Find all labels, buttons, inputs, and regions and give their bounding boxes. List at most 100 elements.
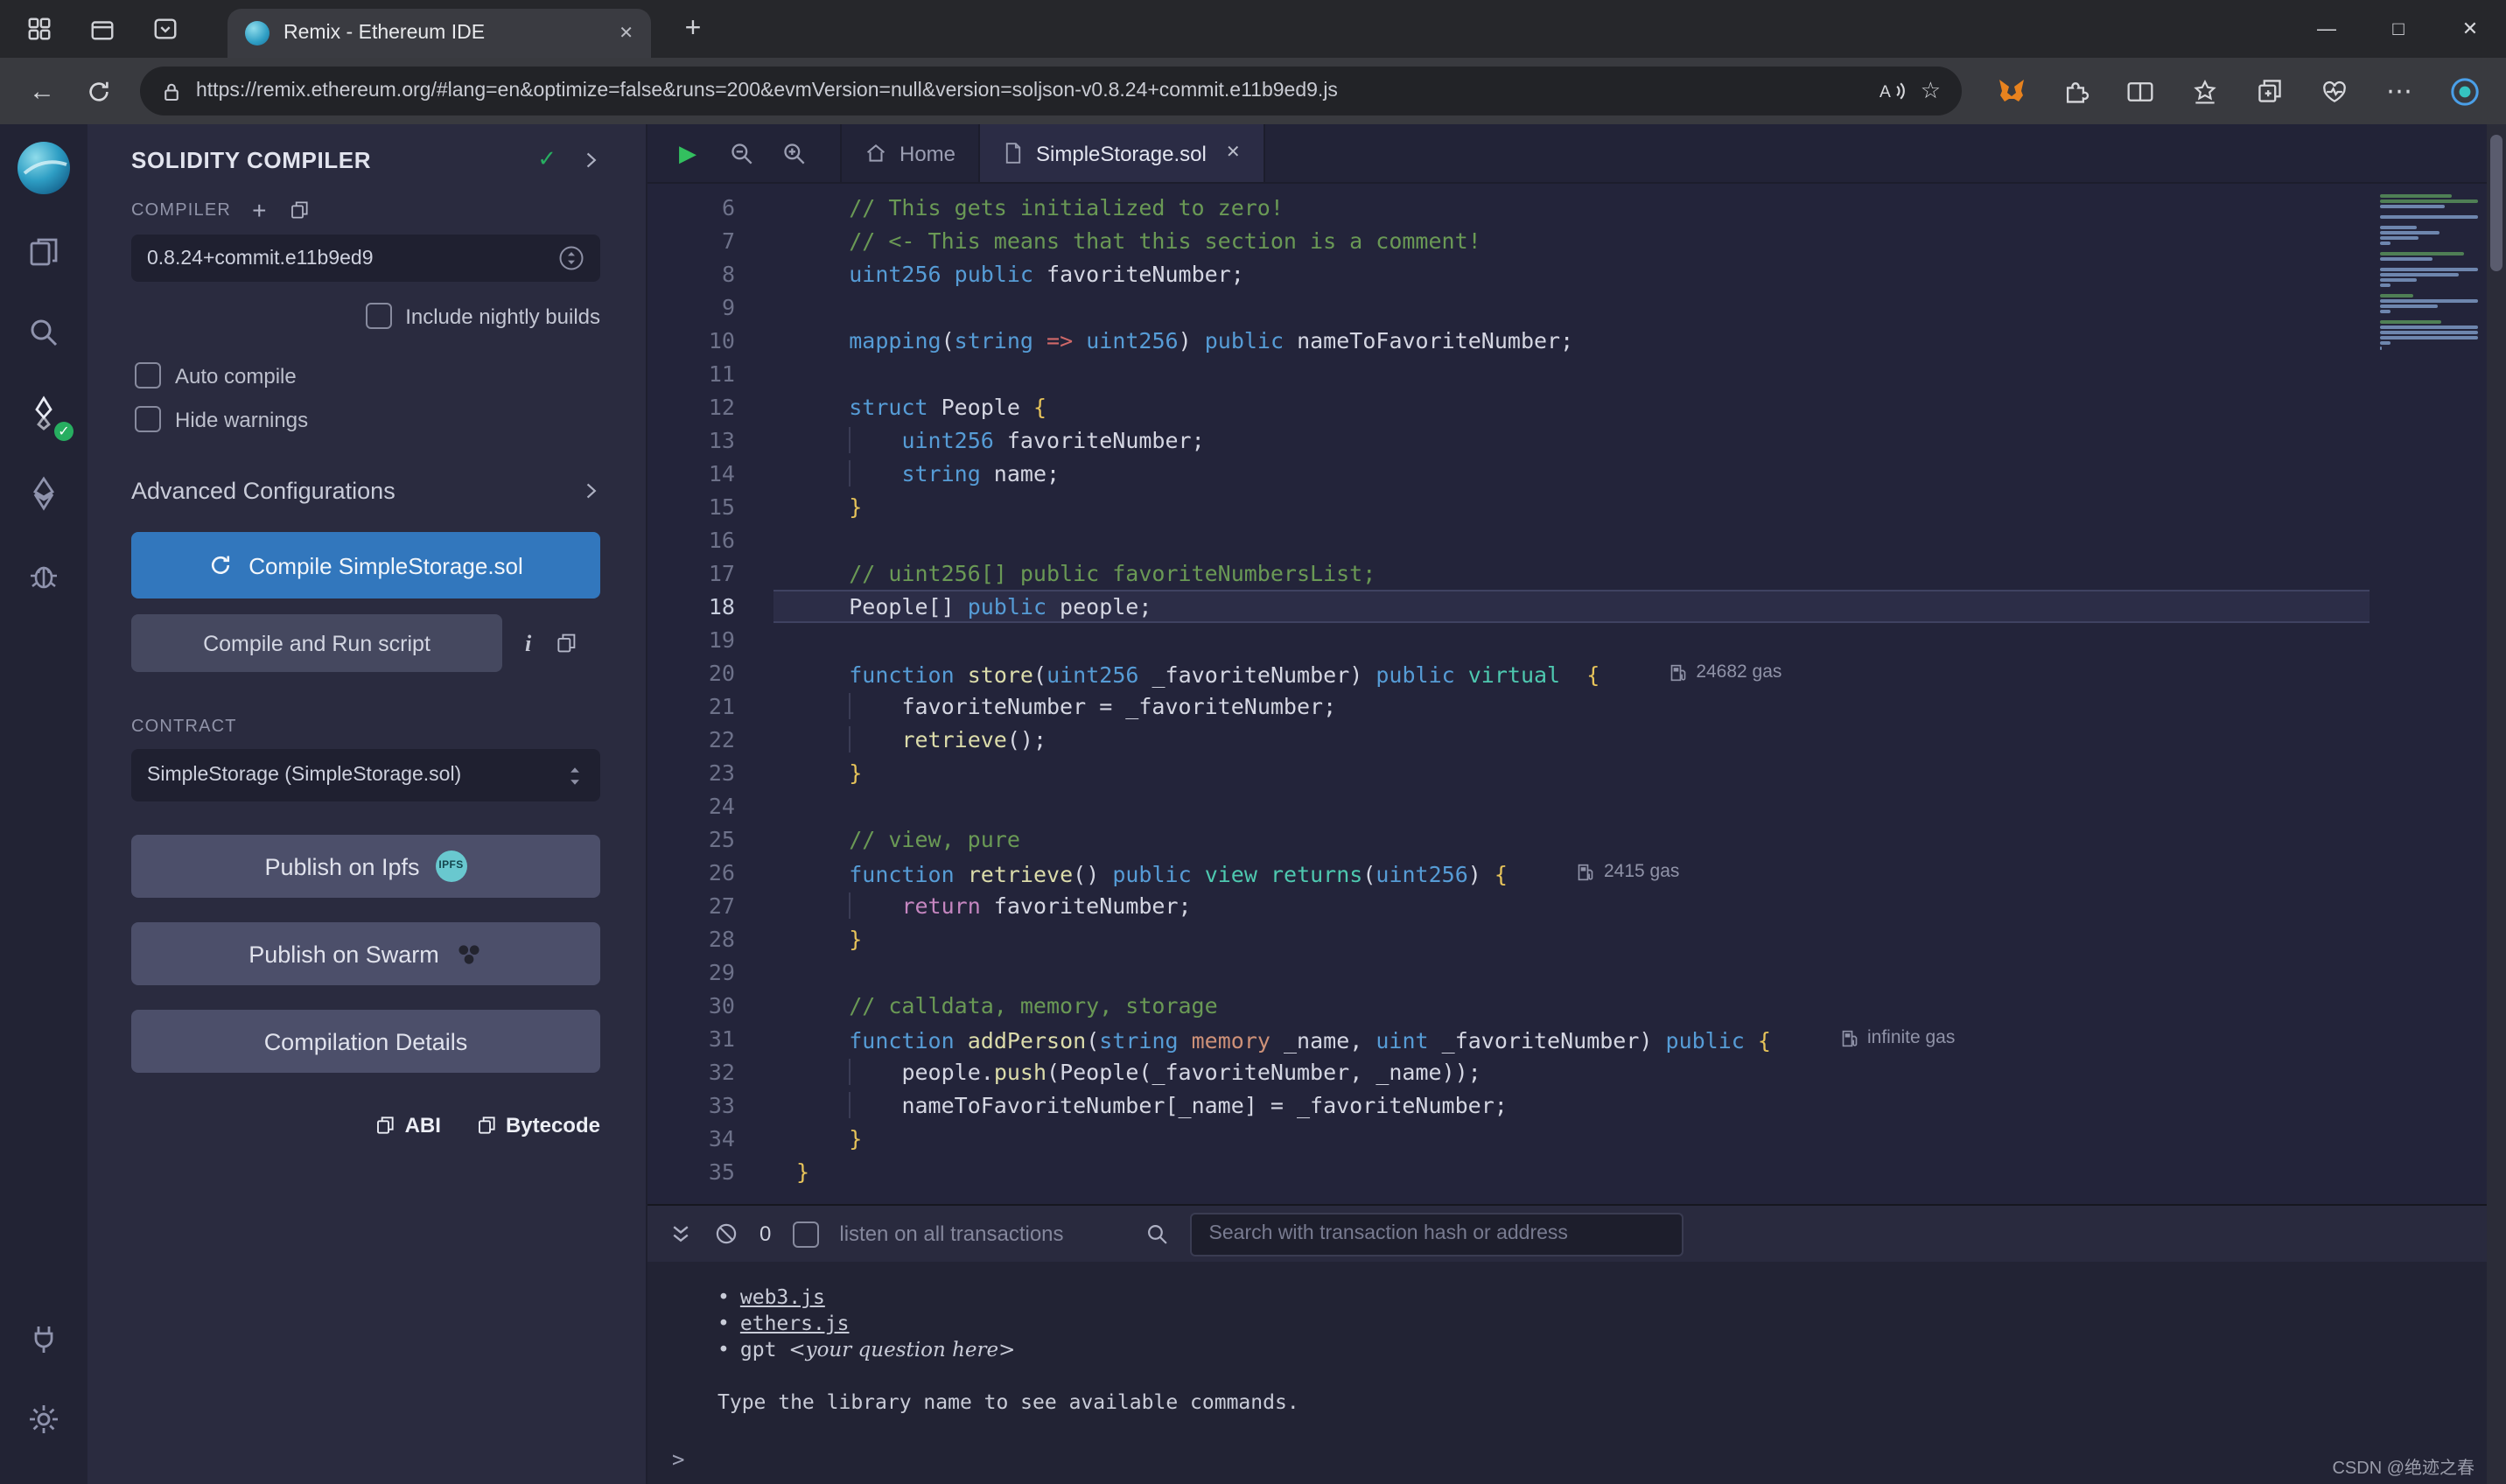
- page-scrollbar[interactable]: [2487, 124, 2506, 1484]
- close-button[interactable]: ✕: [2434, 0, 2506, 58]
- code-line[interactable]: // uint256[] public favoriteNumbersList;: [774, 556, 2370, 590]
- code-line[interactable]: mapping(string => uint256) public nameTo…: [774, 324, 2370, 357]
- plugin-manager-icon[interactable]: [12, 1306, 75, 1372]
- terminal-prompt[interactable]: >: [672, 1447, 684, 1472]
- solidity-compiler-icon[interactable]: ✓: [12, 380, 75, 446]
- compile-and-run-button[interactable]: Compile and Run script: [131, 614, 502, 672]
- tab-actions-icon[interactable]: [14, 8, 63, 50]
- ethers-link[interactable]: ethers.js: [740, 1311, 850, 1335]
- copy-bytecode-button[interactable]: Bytecode: [476, 1113, 600, 1138]
- advanced-configurations[interactable]: Advanced Configurations: [131, 478, 600, 504]
- code-line[interactable]: return favoriteNumber;: [774, 889, 2370, 922]
- collapse-terminal-icon[interactable]: [668, 1222, 693, 1246]
- code-line[interactable]: [774, 956, 2370, 989]
- code-line[interactable]: [774, 623, 2370, 656]
- workspaces-icon[interactable]: [77, 8, 126, 50]
- code-line[interactable]: }: [774, 1155, 2370, 1188]
- zoom-in-icon[interactable]: [766, 124, 819, 182]
- code-editor[interactable]: 6789101112131415161718192021222324252627…: [648, 184, 2506, 1204]
- maximize-button[interactable]: □: [2362, 0, 2434, 58]
- remix-logo[interactable]: [14, 138, 74, 198]
- minimize-button[interactable]: —: [2291, 0, 2362, 58]
- code-line[interactable]: people.push(People(_favoriteNumber, _nam…: [774, 1055, 2370, 1088]
- terminal-lib-item[interactable]: •ethers.js: [718, 1311, 2506, 1335]
- tab-file-close-icon[interactable]: ✕: [1226, 144, 1241, 163]
- browser-essentials-icon[interactable]: [2310, 66, 2359, 116]
- code-line[interactable]: }: [774, 922, 2370, 956]
- url-text[interactable]: https://remix.ethereum.org/#lang=en&opti…: [196, 80, 1865, 102]
- code-line[interactable]: favoriteNumber = _favoriteNumber;: [774, 690, 2370, 723]
- add-compiler-icon[interactable]: +: [252, 196, 268, 224]
- contract-select[interactable]: SimpleStorage (SimpleStorage.sol): [131, 749, 600, 802]
- refresh-icon[interactable]: [74, 66, 122, 116]
- code-line[interactable]: People[] public people;: [774, 590, 2370, 623]
- code-line[interactable]: uint256 public favoriteNumber;: [774, 257, 2370, 290]
- code-line[interactable]: [774, 523, 2370, 556]
- code-line[interactable]: // <- This means that this section is a …: [774, 224, 2370, 257]
- info-icon[interactable]: i: [525, 629, 531, 657]
- favorites-bar-icon[interactable]: [2180, 66, 2230, 116]
- terminal-lib-item[interactable]: •web3.js: [718, 1284, 2506, 1309]
- run-script-play-icon[interactable]: ▶: [662, 124, 714, 182]
- search-icon[interactable]: [12, 299, 75, 366]
- code-line[interactable]: function retrieve() public view returns(…: [774, 856, 2370, 889]
- code-line[interactable]: // view, pure: [774, 822, 2370, 856]
- favorite-star-icon[interactable]: ☆: [1921, 77, 1941, 105]
- code-line[interactable]: // calldata, memory, storage: [774, 989, 2370, 1022]
- compilation-details-button[interactable]: Compilation Details: [131, 1010, 600, 1073]
- back-icon[interactable]: ←: [18, 66, 66, 116]
- copilot-sidebar-icon[interactable]: [2440, 66, 2488, 116]
- copy-script-icon[interactable]: [554, 632, 577, 654]
- panel-chevron-right-icon[interactable]: [581, 150, 600, 169]
- code-line[interactable]: uint256 favoriteNumber;: [774, 424, 2370, 457]
- new-tab-button[interactable]: +: [672, 13, 714, 45]
- code-line[interactable]: [774, 357, 2370, 390]
- split-screen-icon[interactable]: [2116, 66, 2165, 116]
- tab-search-icon[interactable]: [140, 8, 189, 50]
- read-aloud-icon[interactable]: A: [1879, 79, 1907, 103]
- compile-button[interactable]: Compile SimpleStorage.sol: [131, 532, 600, 598]
- code-line[interactable]: function store(uint256 _favoriteNumber) …: [774, 656, 2370, 690]
- transaction-search-input[interactable]: [1190, 1212, 1684, 1256]
- metamask-icon[interactable]: [1986, 66, 2035, 116]
- clear-console-icon[interactable]: [714, 1222, 738, 1246]
- web3-link[interactable]: web3.js: [740, 1284, 825, 1309]
- zoom-out-icon[interactable]: [714, 124, 766, 182]
- code-line[interactable]: [774, 789, 2370, 822]
- terminal-output[interactable]: •web3.js •ethers.js •gpt <your question …: [648, 1262, 2506, 1484]
- debugger-icon[interactable]: [12, 541, 75, 607]
- extensions-puzzle-icon[interactable]: [2051, 66, 2100, 116]
- hide-warnings-checkbox[interactable]: [135, 406, 161, 432]
- auto-compile-checkbox[interactable]: [135, 362, 161, 388]
- code-lines[interactable]: // This gets initialized to zero! // <- …: [774, 191, 2370, 1204]
- load-compiler-icon[interactable]: [289, 200, 310, 220]
- code-line[interactable]: function addPerson(string memory _name, …: [774, 1022, 2370, 1055]
- file-explorer-icon[interactable]: [12, 219, 75, 285]
- settings-menu-icon[interactable]: ⋯: [2375, 66, 2424, 116]
- code-line[interactable]: }: [774, 756, 2370, 789]
- code-line[interactable]: [774, 290, 2370, 324]
- code-line[interactable]: retrieve();: [774, 723, 2370, 756]
- minimap[interactable]: [2370, 191, 2506, 1204]
- code-line[interactable]: struct People {: [774, 390, 2370, 424]
- publish-ipfs-button[interactable]: Publish on Ipfs IPFS: [131, 835, 600, 898]
- publish-swarm-button[interactable]: Publish on Swarm: [131, 922, 600, 985]
- collections-icon[interactable]: [2245, 66, 2294, 116]
- code-line[interactable]: // This gets initialized to zero!: [774, 191, 2370, 224]
- scrollbar-thumb[interactable]: [2490, 135, 2502, 271]
- code-line[interactable]: }: [774, 490, 2370, 523]
- terminal-lib-item[interactable]: •gpt <your question here>: [718, 1337, 2506, 1362]
- tab-close-icon[interactable]: ✕: [619, 24, 634, 43]
- deploy-run-icon[interactable]: [12, 460, 75, 527]
- tab-simplestorage[interactable]: SimpleStorage.sol ✕: [980, 124, 1265, 182]
- tab-home[interactable]: Home: [840, 124, 980, 182]
- code-line[interactable]: }: [774, 1122, 2370, 1155]
- settings-gear-icon[interactable]: [12, 1386, 75, 1452]
- compiler-version-select[interactable]: 0.8.24+commit.e11b9ed9: [131, 234, 600, 282]
- include-nightly-checkbox[interactable]: [365, 303, 391, 329]
- address-bar[interactable]: https://remix.ethereum.org/#lang=en&opti…: [140, 66, 1962, 116]
- code-line[interactable]: nameToFavoriteNumber[_name] = _favoriteN…: [774, 1088, 2370, 1122]
- browser-tab[interactable]: Remix - Ethereum IDE ✕: [228, 9, 651, 58]
- copy-abi-button[interactable]: ABI: [375, 1113, 441, 1138]
- code-line[interactable]: string name;: [774, 457, 2370, 490]
